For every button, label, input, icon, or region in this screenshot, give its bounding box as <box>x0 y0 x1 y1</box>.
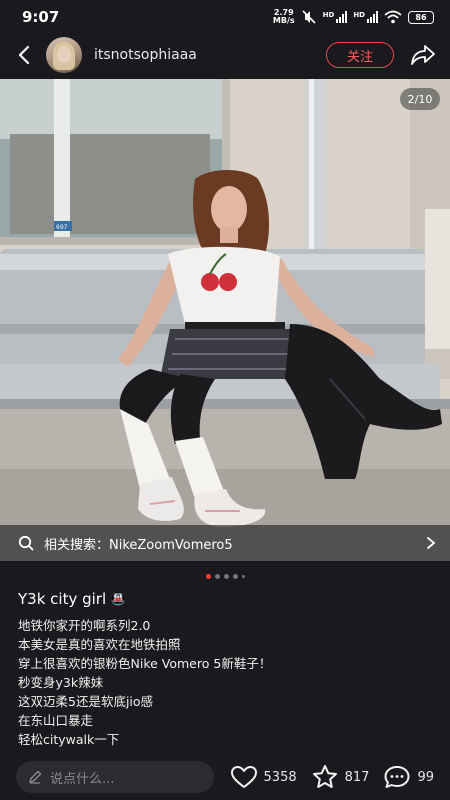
post-photo[interactable]: 697 2/10 相关搜索：NikeZoomVomero5 <box>0 79 450 561</box>
chevron-right-icon <box>427 537 436 549</box>
network-speed: 2.79 MB/s <box>272 8 295 25</box>
carousel-dot <box>223 574 229 579</box>
search-icon <box>18 535 34 551</box>
related-search-text: 相关搜索：NikeZoomVomero5 <box>44 537 233 553</box>
status-time: 9:07 <box>22 8 60 26</box>
bottom-action-bar: 说点什么... 5358 817 99 <box>0 754 450 800</box>
station-sign-text: 697 <box>56 224 68 231</box>
avatar[interactable] <box>46 37 82 73</box>
comment-placeholder: 说点什么... <box>50 771 115 787</box>
post-line: 在东山口暴走 <box>18 713 94 728</box>
post-header: itsnotsophiaaa 关注 <box>0 34 450 76</box>
signal-1-icon: HD <box>323 11 348 23</box>
post-line: 穿上很喜欢的银粉色Nike Vomero 5新鞋子！ <box>18 656 272 671</box>
post-line: 这双迈柔5还是软底jio感 <box>18 694 154 709</box>
favorite-count: 817 <box>344 769 370 785</box>
carousel-dot <box>214 574 220 579</box>
status-bar: 9:07 2.79 MB/s HD HD 86 <box>0 0 450 34</box>
follow-button[interactable]: 关注 <box>326 42 394 68</box>
post-line: 秒变身y3k辣妹 <box>18 675 104 690</box>
carousel-indicator <box>0 574 450 579</box>
page-counter: 2/10 <box>400 88 440 110</box>
carousel-dot <box>241 575 245 578</box>
subway-emoji-icon: 🚇 <box>110 591 127 607</box>
carousel-dot-active <box>205 574 211 579</box>
username[interactable]: itsnotsophiaaa <box>94 47 197 63</box>
share-button[interactable] <box>408 40 438 70</box>
battery-icon: 86 <box>408 10 434 24</box>
related-search-bar[interactable]: 相关搜索：NikeZoomVomero5 <box>0 525 450 561</box>
comment-input[interactable]: 说点什么... <box>16 761 214 793</box>
star-icon <box>312 765 337 788</box>
favorite-button[interactable]: 817 <box>311 764 370 790</box>
chevron-left-icon <box>18 45 30 65</box>
post-body: 地铁你家开的啊系列2.0 本美女是真的喜欢在地铁拍照 穿上很喜欢的银粉色Nike… <box>18 616 438 749</box>
like-button[interactable]: 5358 <box>230 765 297 789</box>
post-line: 地铁你家开的啊系列2.0 <box>18 618 151 633</box>
share-icon <box>411 45 435 65</box>
back-button[interactable] <box>12 39 36 71</box>
heart-icon <box>230 766 257 788</box>
post-line: 本美女是真的喜欢在地铁拍照 <box>18 637 181 652</box>
carousel-dot <box>232 574 238 579</box>
post-line: 轻松citywalk一下 <box>18 732 120 747</box>
comment-count: 99 <box>417 769 434 785</box>
wifi-icon <box>384 10 402 24</box>
signal-2-icon: HD <box>353 11 378 23</box>
pencil-icon <box>29 770 42 784</box>
comment-bubble-icon <box>384 766 410 788</box>
subway-photo-image: 697 <box>0 79 450 561</box>
like-count: 5358 <box>263 769 297 785</box>
status-icons: 2.79 MB/s HD HD 86 <box>273 9 434 25</box>
comment-button[interactable]: 99 <box>383 764 434 790</box>
mute-icon <box>302 10 316 24</box>
post-title: Y3k city girl 🚇 <box>18 590 127 608</box>
